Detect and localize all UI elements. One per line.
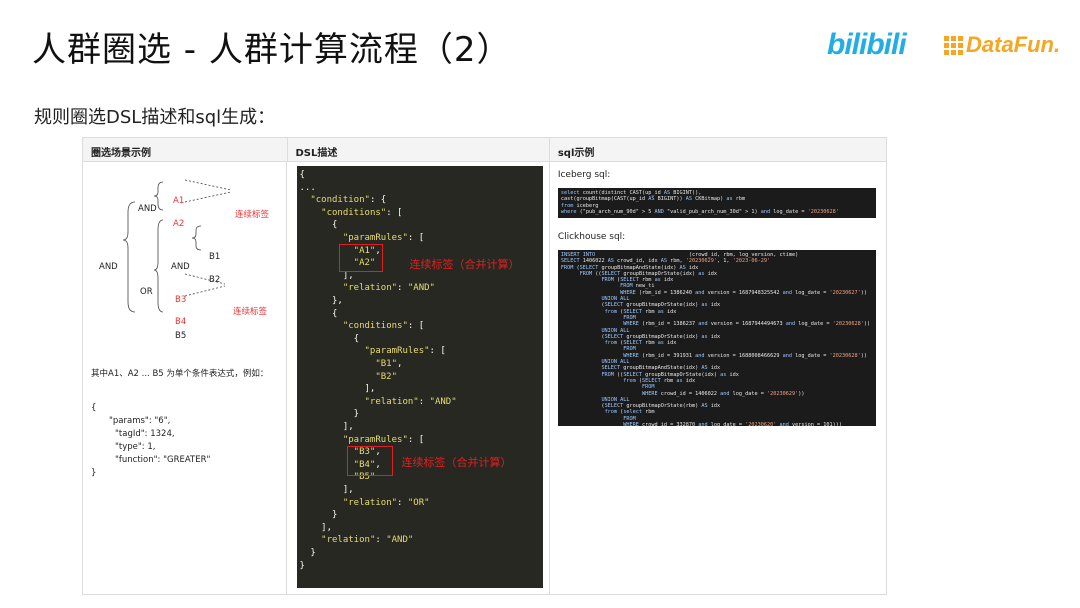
example-line: { [91,403,97,413]
tree-continuous-tag-1: 连续标签 [235,209,270,220]
sql-code-line: WHERE crowd_id = 332870 and log_date = '… [623,422,842,426]
bilibili-logo: bilibili [827,28,907,61]
dsl-code-line: "relation": "OR" [342,497,430,508]
iceberg-sql-code: select count(distinct CAST(up_id AS BIGI… [557,188,876,218]
table-body-row: AND AND A1 A2 连续标签 OR AND B1 B2 B3 B4 B5… [83,162,886,594]
tree-and-top: AND [138,204,157,214]
dsl-code-line: "relation": "AND" [342,283,435,294]
condition-example: { "params": "6", "tagId": 1324, "type": … [91,402,210,480]
example-line: "type": 1, [115,442,156,452]
tree-a2: A2 [173,219,184,229]
datafun-dots-icon [944,35,963,55]
tree-b1: B1 [209,252,220,262]
tree-and-root: AND [99,262,118,272]
condition-description: 其中A1、A2 ... B5 为单个条件表达式，例如： [91,369,269,379]
dsl-code-line: ... [299,182,316,193]
dsl-code-line: ], [299,522,332,533]
header-sql: sql示例 [557,148,595,159]
dsl-code-line: } [299,409,360,420]
slide-subtitle: 规则圈选DSL描述和sql生成： [34,107,276,128]
dsl-code-line: "B1", [375,359,403,369]
dsl-code-line: { [299,170,305,180]
example-line: } [91,468,97,478]
comparison-table: 圈选场景示例 DSL描述 sql示例 AND AND A1 A2 连续标签 OR… [82,137,887,595]
tree-b2: B2 [209,275,220,285]
tree-b3: B3 [175,295,186,305]
dsl-code-line: "relation": "AND" [321,535,414,546]
dsl-code-block: {... "condition": { "conditions": [ { "p… [297,166,544,588]
dsl-code-line: } [299,560,305,571]
datafun-logo-text: DataFun. [966,32,1061,57]
merge-note-2: 连续标签（合并计算） [401,456,512,469]
datafun-logo: DataFun. [944,32,1060,58]
slide-title: 人群圈选 - 人群计算流程（2） [32,30,512,70]
dsl-code-line: ], [299,384,376,395]
dsl-code-line: "conditions": [ [342,321,425,332]
highlight-box-a [339,244,384,272]
dsl-code-line: "paramRules": [ [364,346,446,357]
dsl-code-line: ], [299,270,354,281]
tree-b4: B4 [175,317,186,327]
highlight-box-b [347,446,394,476]
tree-or: OR [140,287,153,297]
dsl-code-line: "paramRules": [ [342,434,425,445]
dsl-code-line: } [299,510,338,521]
header-dsl: DSL描述 [288,138,550,161]
dsl-cell: {... "condition": { "conditions": [ { "p… [287,162,550,594]
example-line: "params": "6", [109,416,171,426]
dsl-code-line: ], [299,485,354,495]
sql-code-line: where ("pub_arch_num_90d" > 5 AND "valid… [560,208,839,215]
iceberg-sql-label: Iceberg sql: [557,170,611,180]
dsl-code-line: { [299,220,338,231]
dsl-code-line: }, [299,296,343,306]
dsl-code-line: } [299,548,316,558]
dsl-code-line: { [299,333,360,344]
dsl-code-line: "paramRules": [ [342,233,425,243]
condition-tree-diagram: AND AND A1 A2 连续标签 OR AND B1 B2 B3 B4 B5… [99,179,270,341]
merge-note-1: 连续标签（合并计算） [409,258,520,271]
header-scenario: 圈选场景示例 [83,138,288,161]
tree-a1: A1 [173,196,184,206]
example-line: "function": "GREATER" [115,455,211,465]
tree-and-mid: AND [171,262,190,272]
dsl-code-line: "B2" [375,371,398,382]
table-header-row: 圈选场景示例 DSL描述 sql示例 [83,138,886,162]
clickhouse-sql-label: Clickhouse sql: [557,232,626,242]
dsl-code-line: ], [299,422,354,432]
dsl-code-line: { [299,308,338,319]
tree-b5: B5 [175,331,186,341]
sql-cell: Iceberg sql: select count(distinct CAST(… [550,162,886,594]
tree-continuous-tag-2: 连续标签 [233,306,268,317]
dsl-code-line: "condition": { [310,195,387,206]
dsl-code-line: "relation": "AND" [364,396,457,407]
example-line: "tagId": 1324, [115,429,175,439]
dsl-code-line: "conditions": [ [321,207,403,218]
clickhouse-sql-code: INSERT INTO (crowd_id, rbm, log_version,… [557,250,876,426]
scenario-cell: AND AND A1 A2 连续标签 OR AND B1 B2 B3 B4 B5… [83,162,288,594]
